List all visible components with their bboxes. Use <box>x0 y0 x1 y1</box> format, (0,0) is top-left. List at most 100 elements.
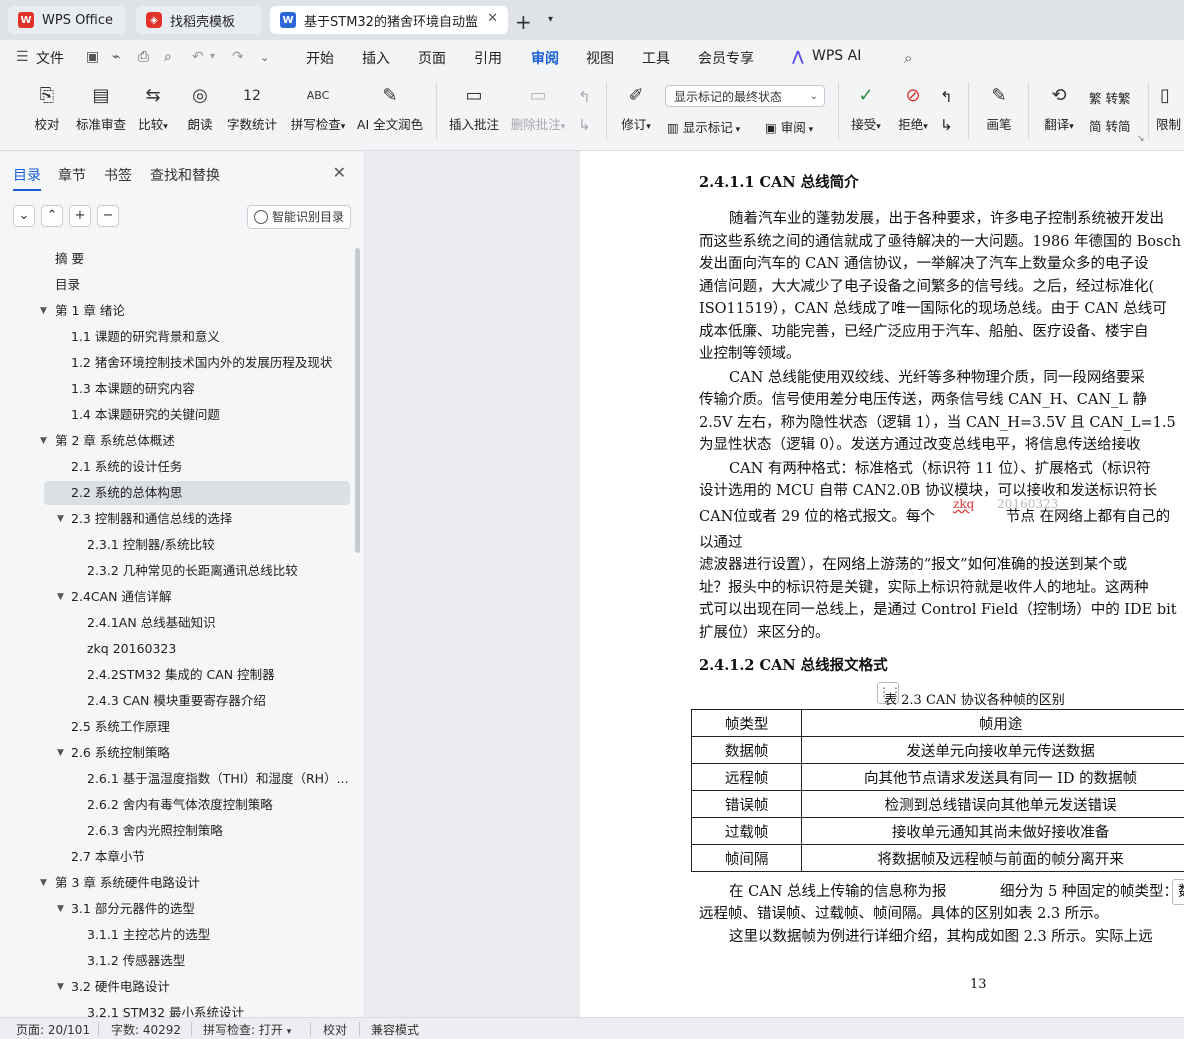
toc-item[interactable]: 1.2 猪舍环境控制技术国内外的发展历程及现状 <box>71 351 332 375</box>
toc-item[interactable]: 1.1 课题的研究背景和意义 <box>71 325 220 349</box>
to-simplified-button[interactable]: 简 转简 <box>1089 116 1131 135</box>
restrict-button[interactable]: ▯ 限制 <box>1156 84 1184 133</box>
word-count-indicator[interactable]: 字数: 40292 <box>111 1021 181 1038</box>
menu-insert[interactable]: 插入 <box>362 48 390 68</box>
table-cell[interactable]: 过载帧 <box>692 818 802 845</box>
prev-change-icon[interactable]: ↰ <box>940 88 953 106</box>
toc-item[interactable]: 1.4 本课题研究的关键问题 <box>71 403 220 427</box>
toc-item[interactable]: 2.2 系统的总体构思 <box>71 481 182 505</box>
nav-tab-bookmark[interactable]: 书签 <box>104 165 132 185</box>
toc-item[interactable]: 2.6.2 舍内有毒气体浓度控制策略 <box>87 793 273 817</box>
read-aloud-button[interactable]: ◎ 朗读 <box>184 84 216 133</box>
spell-check-indicator[interactable]: 拼写检查: 打开 ▾ <box>203 1021 291 1038</box>
toc-item[interactable]: 摘 要 <box>55 247 84 271</box>
table-cell[interactable]: 帧间隔 <box>692 845 802 872</box>
toc-item[interactable]: 2.5 系统工作原理 <box>71 715 170 739</box>
menu-tools[interactable]: 工具 <box>642 48 670 68</box>
nav-tab-toc[interactable]: 目录 <box>13 165 41 185</box>
to-traditional-button[interactable]: 繁 转繁 <box>1089 88 1131 107</box>
menu-wps-ai[interactable]: WPS AI <box>812 48 861 64</box>
collapse-button[interactable]: ⌄ <box>13 205 35 227</box>
table-cell[interactable]: 接收单元通知其尚未做好接收准备 <box>802 818 1184 845</box>
chevron-down-icon[interactable]: ▾ <box>548 14 553 25</box>
toc-item[interactable]: 2.3.2 几种常见的长距离通讯总线比较 <box>87 559 298 583</box>
menu-view[interactable]: 视图 <box>586 48 614 68</box>
spell-check-button[interactable]: ABC 拼写检查▾ <box>288 84 348 133</box>
page-indicator[interactable]: 页面: 20/101 <box>16 1021 90 1038</box>
pen-button[interactable]: ✎ 画笔 <box>982 84 1016 133</box>
toc-item[interactable]: 2.6.3 舍内光照控制策略 <box>87 819 223 843</box>
document-page[interactable]: ⋮⋮ 表 2.3 CAN 协议各种帧的区别 帧类型帧用途数据帧发送单元向接收单元… <box>580 151 1184 1017</box>
show-markup-button[interactable]: ▥ 显示标记 ▾ <box>667 117 740 136</box>
prev-comment-icon[interactable]: ↰ <box>578 88 591 106</box>
revise-button[interactable]: ✐ 修订▾ <box>616 84 656 133</box>
nav-tab-chapter[interactable]: 章节 <box>58 165 86 185</box>
compare-button[interactable]: ⇆ 比较▾ <box>134 84 172 133</box>
toc-item[interactable]: 2.6.1 基于温湿度指数（THI）和湿度（RH）... <box>87 767 340 791</box>
toc-item[interactable]: 2.3 控制器和通信总线的选择 <box>71 507 232 531</box>
print-icon[interactable]: ⎙ <box>138 49 149 65</box>
expand-arrow-icon[interactable]: ▼ <box>57 982 69 992</box>
ai-polish-button[interactable]: ✎ AI 全文润色 <box>356 84 424 133</box>
expand-arrow-icon[interactable]: ▼ <box>40 878 52 888</box>
toc-item[interactable]: 3.1.2 传感器选型 <box>87 949 185 973</box>
table-header-cell[interactable]: 帧用途 <box>802 710 1184 737</box>
more-icon[interactable]: ⌄ <box>260 51 269 64</box>
save-icon[interactable]: ▣ <box>86 49 99 65</box>
expand-button[interactable]: ⌃ <box>41 205 63 227</box>
close-icon[interactable]: ✕ <box>487 11 498 26</box>
word-count-button[interactable]: 12 字数统计 <box>226 84 278 133</box>
toc-item[interactable]: 2.1 系统的设计任务 <box>71 455 182 479</box>
toc-item[interactable]: 3.2 硬件电路设计 <box>71 975 170 999</box>
proofread-button[interactable]: ⎘ 校对 <box>28 84 66 133</box>
tab-docer[interactable]: ◈ 找稻壳模板 <box>136 6 262 34</box>
toc-item[interactable]: 3.2.1 STM32 最小系统设计 <box>87 1001 244 1017</box>
print-preview-icon[interactable]: ⌕ <box>164 49 172 65</box>
markup-state-select[interactable]: 显示标记的最终状态 ⌄ <box>665 85 825 107</box>
toc-item[interactable]: 2.3.1 控制器/系统比较 <box>87 533 215 557</box>
accept-button[interactable]: ✓ 接受▾ <box>846 84 886 133</box>
toc-item[interactable]: 3.1.1 主控芯片的选型 <box>87 923 210 947</box>
menu-page[interactable]: 页面 <box>418 48 446 68</box>
expand-arrow-icon[interactable]: ▼ <box>40 306 52 316</box>
toc-item[interactable]: 2.4CAN 通信详解 <box>71 585 171 609</box>
nav-tab-find-replace[interactable]: 查找和替换 <box>150 165 220 185</box>
next-change-icon[interactable]: ↳ <box>940 116 953 134</box>
share-icon[interactable]: ⌁ <box>112 49 120 65</box>
toc-item[interactable]: 2.4.2STM32 集成的 CAN 控制器 <box>87 663 275 687</box>
toc-item[interactable]: zkq 20160323 <box>87 637 176 661</box>
expand-arrow-icon[interactable]: ▼ <box>40 436 52 446</box>
delete-comment-button[interactable]: ▭ 删除批注▾ <box>507 84 569 133</box>
review-pane-button[interactable]: ▣ 审阅 ▾ <box>765 117 813 136</box>
menu-review[interactable]: 审阅 <box>531 48 559 68</box>
toc-scrollbar[interactable] <box>355 248 360 553</box>
new-tab-plus-icon[interactable]: + <box>515 10 532 34</box>
standard-review-button[interactable]: ▤ 标准审查 <box>74 84 128 133</box>
table-cell[interactable]: 远程帧 <box>692 764 802 791</box>
table-cell[interactable]: 将数据帧及远程帧与前面的帧分离开来 <box>802 845 1184 872</box>
expand-arrow-icon[interactable]: ▼ <box>57 904 69 914</box>
add-heading-button[interactable]: + <box>69 205 91 227</box>
toc-item[interactable]: 第 2 章 系统总体概述 <box>55 429 175 453</box>
table-cell[interactable]: 错误帧 <box>692 791 802 818</box>
tab-wps-office[interactable]: W WPS Office <box>8 6 126 34</box>
translate-button[interactable]: ⟲ 翻译▾ <box>1038 84 1080 133</box>
menu-home[interactable]: 开始 <box>306 48 334 68</box>
toc-item[interactable]: 2.4.3 CAN 模块重要寄存器介绍 <box>87 689 266 713</box>
table-cell[interactable]: 向其他节点请求发送具有同一 ID 的数据帧 <box>802 764 1184 791</box>
expand-arrow-icon[interactable]: ▼ <box>57 514 69 524</box>
menu-file[interactable]: 文件 <box>36 48 64 68</box>
screen-icon[interactable]: ▭ <box>467 11 478 25</box>
remove-heading-button[interactable]: − <box>97 205 119 227</box>
expand-arrow-icon[interactable]: ▼ <box>57 748 69 758</box>
table-cell[interactable]: 数据帧 <box>692 737 802 764</box>
toc-item[interactable]: 第 1 章 绪论 <box>55 299 125 323</box>
dialog-launcher-icon[interactable]: ↘ <box>1137 134 1145 144</box>
hamburger-icon[interactable]: ☰ <box>16 49 29 65</box>
toc-item[interactable]: 3.1 部分元器件的选型 <box>71 897 195 921</box>
toc-item[interactable]: 目录 <box>55 273 80 297</box>
table-header-cell[interactable]: 帧类型 <box>692 710 802 737</box>
reject-button[interactable]: ⊘ 拒绝▾ <box>893 84 933 133</box>
close-icon[interactable]: ✕ <box>333 163 346 182</box>
toc-item[interactable]: 2.7 本章小节 <box>71 845 145 869</box>
